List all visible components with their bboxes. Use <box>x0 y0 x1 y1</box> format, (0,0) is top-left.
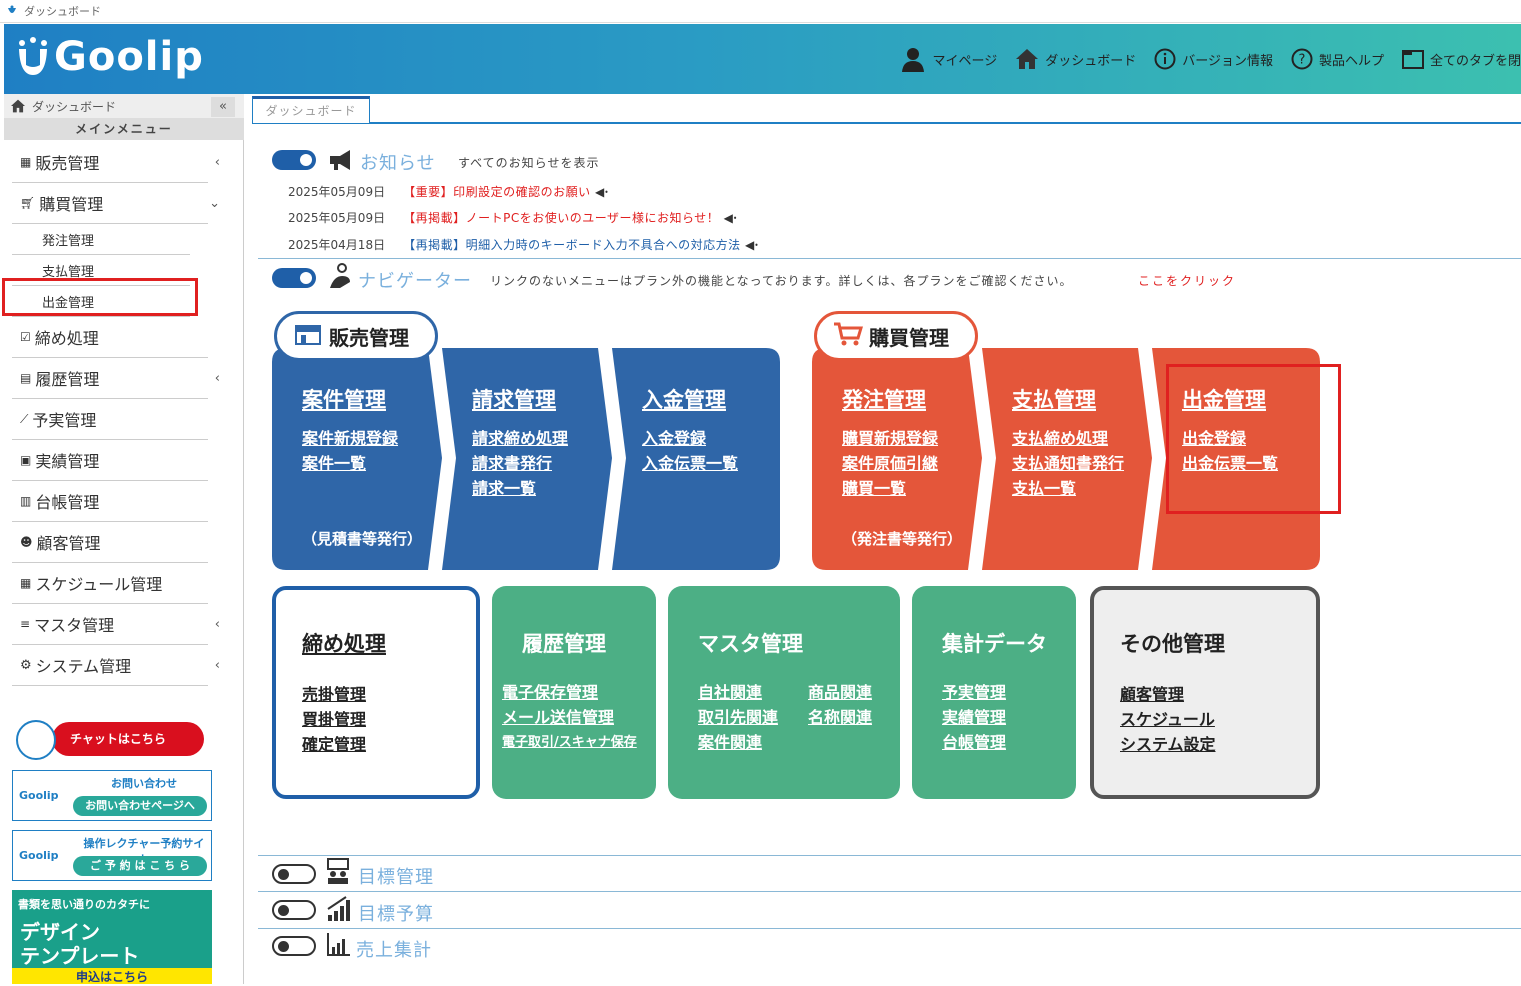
step-title-link[interactable]: 支払管理 <box>1012 384 1096 414</box>
box-link[interactable]: 予実管理 <box>942 680 1006 705</box>
box-link[interactable]: 売掛管理 <box>302 682 366 707</box>
goal-icon <box>326 858 350 884</box>
box-link[interactable]: 電子保存管理 <box>502 680 598 705</box>
step-link[interactable]: 案件一覧 <box>302 451 366 476</box>
step-link[interactable]: 案件原価引継 <box>842 451 938 476</box>
box-aggregate: 集計データ 予実管理 実績管理 台帳管理 <box>912 586 1076 799</box>
box-title: その他管理 <box>1120 632 1225 656</box>
goal-toggle[interactable] <box>272 864 316 884</box>
sales-total-toggle[interactable] <box>272 936 316 956</box>
step-link[interactable]: 支払通知書発行 <box>1012 451 1124 476</box>
step-title-link[interactable]: 発注管理 <box>842 384 926 414</box>
box-link[interactable]: 取引先関連 <box>698 705 778 730</box>
step-link[interactable]: 請求一覧 <box>472 476 536 501</box>
box-title: 履歴管理 <box>522 632 606 656</box>
box-title-link[interactable]: 締め処理 <box>302 628 386 658</box>
highlight-box <box>1166 364 1341 514</box>
step-link[interactable]: 請求締め処理 <box>472 426 568 451</box>
box-link[interactable]: 名称関連 <box>808 705 872 730</box>
section-goal-title[interactable]: 目標管理 <box>358 863 434 889</box>
step-link[interactable]: 購買一覧 <box>842 476 906 501</box>
step-link[interactable]: 請求書発行 <box>472 451 552 476</box>
box-link[interactable]: システム設定 <box>1120 732 1216 757</box>
box-title: マスタ管理 <box>698 632 803 656</box>
section-sales-total-title[interactable]: 売上集計 <box>356 936 432 962</box>
budget-toggle[interactable] <box>272 900 316 920</box>
step-title-link[interactable]: 入金管理 <box>642 384 726 414</box>
purchase-label: 購買管理 <box>814 311 978 361</box>
box-link[interactable]: 電子取引/スキャナ保存 <box>502 730 637 755</box>
box-link[interactable]: 顧客管理 <box>1120 682 1184 707</box>
sales-label: 販売管理 <box>274 311 438 361</box>
box-link[interactable]: 確定管理 <box>302 732 366 757</box>
box-link[interactable]: 案件関連 <box>698 730 762 755</box>
divider <box>258 928 1521 929</box>
step-note: （見積書等発行） <box>302 530 423 548</box>
divider <box>258 891 1521 892</box>
box-link[interactable]: 自社関連 <box>698 680 762 705</box>
box-link[interactable]: 商品関連 <box>808 680 872 705</box>
step-link[interactable]: 案件新規登録 <box>302 426 398 451</box>
box-master: マスタ管理 自社関連 取引先関連 案件関連 商品関連 名称関連 <box>668 586 900 799</box>
box-link[interactable]: メール送信管理 <box>502 705 614 730</box>
box-other: その他管理 顧客管理 スケジュール システム設定 <box>1090 586 1320 799</box>
box-link[interactable]: 実績管理 <box>942 705 1006 730</box>
budget-chart-icon <box>326 895 352 921</box>
box-title: 集計データ <box>942 632 1047 656</box>
cart-icon <box>833 322 864 351</box>
sales-chart-icon <box>326 931 352 957</box>
step-title-link[interactable]: 案件管理 <box>302 384 386 414</box>
step-link[interactable]: 支払締め処理 <box>1012 426 1108 451</box>
box-history: 履歴管理 電子保存管理 メール送信管理 電子取引/スキャナ保存 <box>492 586 656 799</box>
box-link[interactable]: 買掛管理 <box>302 707 366 732</box>
box-link[interactable]: 台帳管理 <box>942 730 1006 755</box>
step-title-link[interactable]: 請求管理 <box>472 384 556 414</box>
store-icon <box>293 323 323 350</box>
step-link[interactable]: 入金登録 <box>642 426 706 451</box>
divider <box>258 855 1521 856</box>
step-link[interactable]: 入金伝票一覧 <box>642 451 738 476</box>
step-link[interactable]: 購買新規登録 <box>842 426 938 451</box>
box-link[interactable]: スケジュール <box>1120 707 1215 732</box>
box-closing: 締め処理 売掛管理 買掛管理 確定管理 <box>272 586 480 799</box>
section-budget-title[interactable]: 目標予算 <box>358 900 434 926</box>
step-note: （発注書等発行） <box>842 530 963 548</box>
step-link[interactable]: 支払一覧 <box>1012 476 1076 501</box>
